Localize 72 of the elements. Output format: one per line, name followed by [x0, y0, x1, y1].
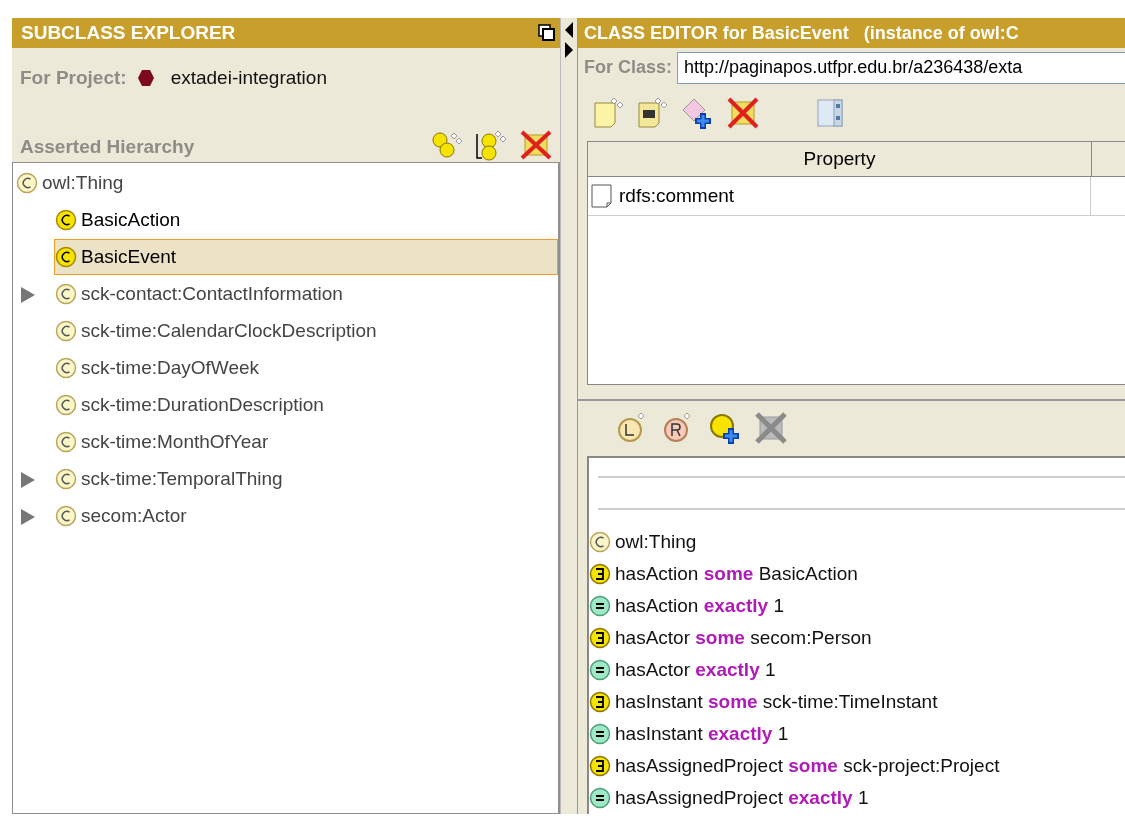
- class-icon: [16, 171, 38, 195]
- class-name: BasicAction: [81, 209, 181, 231]
- class-name: sck-time:CalendarClockDescription: [81, 320, 377, 342]
- equals-icon: [589, 658, 611, 682]
- delete-icon[interactable]: [726, 96, 760, 131]
- class-icon: [55, 467, 77, 491]
- diamond-add-icon[interactable]: [680, 96, 714, 131]
- class-name: secom:Actor: [81, 505, 187, 527]
- condition-text: hasAction exactly 1: [615, 595, 785, 617]
- existential-icon: [589, 626, 611, 650]
- tree-item[interactable]: sck-time:TemporalThing: [54, 461, 558, 497]
- condition-text: hasInstant exactly 1: [615, 723, 789, 745]
- collapse-left-arrow-icon[interactable]: [565, 22, 573, 38]
- tree-item[interactable]: secom:Actor: [54, 498, 558, 534]
- class-icon: [55, 245, 77, 269]
- class-tree-icon[interactable]: [474, 128, 508, 162]
- tree-item[interactable]: sck-time:MonthOfYear: [54, 424, 558, 460]
- panel-title: SUBCLASS EXPLORER: [21, 22, 236, 44]
- expand-arrow-icon[interactable]: [20, 286, 36, 304]
- class-icon: [55, 356, 77, 380]
- class-name: owl:Thing: [42, 172, 124, 194]
- tree-item[interactable]: sck-time:CalendarClockDescription: [54, 313, 558, 349]
- class-icon: [55, 282, 77, 306]
- tree-item[interactable]: BasicEvent: [54, 239, 558, 275]
- class-name: sck-time:DurationDescription: [81, 394, 324, 416]
- class-label: For Class:: [584, 57, 673, 79]
- condition-text: hasAssignedProject exactly 1: [615, 787, 869, 809]
- existential-icon: [589, 562, 611, 586]
- class-name: sck-time:MonthOfYear: [81, 431, 269, 453]
- condition-text: owl:Thing: [615, 531, 697, 553]
- class-uri-field[interactable]: http://paginapos.utfpr.edu.br/a236438/exta: [677, 51, 1125, 84]
- panel-title: CLASS EDITOR for BasicEvent (instance of owl:C: [584, 22, 1019, 44]
- hierarchy-label: Asserted Hierarchy: [20, 136, 195, 159]
- class-icon: [55, 208, 77, 232]
- expand-right-arrow-icon[interactable]: [565, 42, 573, 58]
- class-name: BasicEvent: [81, 246, 177, 268]
- existential-icon: [589, 690, 611, 714]
- class-icon: [55, 393, 77, 417]
- equals-icon: [589, 786, 611, 810]
- delete-icon[interactable]: [518, 128, 554, 162]
- class-icon: [589, 530, 611, 554]
- tree-item[interactable]: sck-time:DurationDescription: [54, 387, 558, 423]
- hexagon-icon: [136, 69, 155, 87]
- tree-item[interactable]: owl:Thing: [15, 165, 558, 201]
- condition-text: hasAssignedProject some sck-project:Project: [615, 755, 1000, 777]
- panel-icon[interactable]: [816, 97, 844, 130]
- condition-text: hasActor exactly 1: [615, 659, 776, 681]
- tree-item[interactable]: sck-contact:ContactInformation: [54, 276, 558, 312]
- class-add-icon[interactable]: [708, 411, 742, 446]
- existential-icon: [589, 754, 611, 778]
- equals-icon: [589, 594, 611, 618]
- equals-icon: [589, 722, 611, 746]
- tree-item[interactable]: sck-time:DayOfWeek: [54, 350, 558, 386]
- project-label: For Project:: [20, 67, 127, 89]
- class-name: sck-time:DayOfWeek: [81, 357, 260, 379]
- property-name: rdfs:comment: [619, 184, 735, 207]
- class-name: sck-time:TemporalThing: [81, 468, 283, 490]
- delete-icon[interactable]: [754, 411, 788, 446]
- condition-text: hasActor some secom:Person: [615, 627, 872, 649]
- document-icon: [591, 183, 613, 208]
- note-icon[interactable]: [636, 96, 668, 131]
- class-icon: [55, 319, 77, 343]
- maximize-icon[interactable]: [538, 24, 556, 42]
- class-icon: [55, 504, 77, 528]
- tree-item[interactable]: BasicAction: [54, 202, 558, 238]
- condition-text: hasAction some BasicAction: [615, 563, 858, 585]
- expand-arrow-icon[interactable]: [20, 471, 36, 489]
- class-name: sck-contact:ContactInformation: [81, 283, 343, 305]
- project-name: extadei-integration: [170, 67, 327, 89]
- class-icon: [55, 430, 77, 454]
- condition-text: hasInstant some sck-time:TimeInstant: [615, 691, 938, 713]
- expand-arrow-icon[interactable]: [20, 508, 36, 526]
